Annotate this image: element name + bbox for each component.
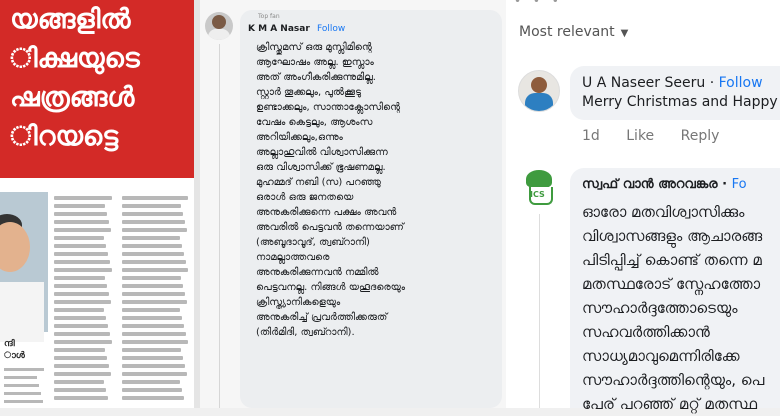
text-line-blur	[54, 276, 105, 280]
text-line-blur	[54, 268, 112, 272]
post-author-name[interactable]: K M A Nasar	[248, 24, 310, 34]
text-line-blur	[122, 268, 188, 272]
text-line-blur	[4, 368, 44, 371]
follow-link[interactable]: Fo	[732, 177, 747, 192]
avatar[interactable]	[518, 70, 560, 112]
text-line-blur	[122, 236, 180, 240]
thread-line	[539, 214, 540, 408]
text-line-blur	[54, 260, 110, 264]
text-line-blur	[122, 196, 188, 200]
post-text: ക്രിസ്തുമസ് ഒരു മുസ്ലിമിന്റെ ആഘോഷം അല്ല. …	[256, 42, 406, 338]
text-line-blur	[122, 244, 182, 248]
text-line-blur	[54, 252, 108, 256]
avatar[interactable]: ICS	[524, 170, 554, 210]
text-line-blur	[122, 292, 185, 296]
text-line-blur	[54, 300, 111, 304]
text-line-blur	[122, 372, 187, 376]
comment-actions: 1d Like Reply	[582, 128, 741, 144]
text-line-blur	[4, 376, 37, 379]
comment-author[interactable]: U A Naseer Seeru · Follow	[582, 75, 763, 91]
photo-caption: ന്ദി ാൾ	[4, 339, 25, 361]
headline-line: ഷത്രങ്ങൾ	[10, 82, 135, 113]
text-line-blur	[122, 380, 180, 384]
chevron-down-icon: ▼	[620, 28, 629, 39]
text-line-blur	[4, 384, 39, 387]
text-line-blur	[122, 204, 181, 208]
text-line-blur	[54, 316, 106, 320]
text-line-blur	[54, 196, 112, 200]
text-line-blur	[122, 220, 185, 224]
text-line-blur	[122, 356, 183, 360]
comments-panel: • • • Most relevant ▼ U A Naseer Seeru · …	[506, 0, 780, 413]
author-photo	[0, 192, 48, 342]
text-line-blur	[122, 348, 181, 352]
facebook-post: Top fan K M A Nasar Follow ക്രിസ്തുമസ് ഒ…	[200, 0, 506, 408]
text-line-blur	[122, 324, 184, 328]
text-line-blur	[122, 388, 182, 392]
headline-line: യങ്ങളിൽ	[10, 4, 131, 35]
text-line-blur	[54, 332, 110, 336]
thread-line	[219, 44, 220, 408]
headline-line: ിറയട്ടെ	[10, 121, 119, 152]
text-line-blur	[54, 324, 108, 328]
follow-link[interactable]: Follow	[719, 75, 763, 91]
top-fan-badge: Top fan	[258, 13, 280, 20]
text-line-blur	[54, 308, 104, 312]
text-line-blur	[122, 276, 181, 280]
newspaper-headline: യങ്ങളിൽ ിക്ഷയുടെ ഷത്രങ്ങൾ ിറയട്ടെ	[0, 0, 194, 178]
text-line-blur	[4, 392, 41, 395]
text-line-blur	[54, 348, 105, 352]
text-line-blur	[122, 308, 180, 312]
text-line-blur	[54, 212, 107, 216]
text-line-blur	[122, 396, 184, 400]
comment-text: ഓരോ മതവിശ്വാസിക്കും വിശ്വാസങ്ങളും ആചാരങ്ങ…	[582, 203, 765, 413]
text-line-blur	[54, 292, 109, 296]
article-column-text	[4, 368, 44, 408]
comment-time: 1d	[582, 128, 600, 144]
text-line-blur	[54, 364, 109, 368]
text-line-blur	[122, 212, 183, 216]
reply-button[interactable]: Reply	[681, 128, 720, 144]
headline-line: ിക്ഷയുടെ	[10, 43, 140, 74]
text-line-blur	[54, 236, 104, 240]
text-line-blur	[54, 372, 111, 376]
sort-dropdown[interactable]: Most relevant ▼	[519, 24, 628, 40]
text-line-blur	[122, 252, 184, 256]
comment-text: Merry Christmas and Happy	[582, 94, 778, 110]
text-line-blur	[54, 220, 109, 224]
more-dots-icon: • • •	[514, 0, 563, 8]
text-line-blur	[54, 204, 105, 208]
newspaper-clipping: യങ്ങളിൽ ിക്ഷയുടെ ഷത്രങ്ങൾ ിറയട്ടെ ന്ദി ാ…	[0, 0, 194, 408]
text-line-blur	[122, 228, 187, 232]
text-line-blur	[122, 332, 186, 336]
text-line-blur	[54, 284, 107, 288]
text-line-blur	[54, 244, 106, 248]
text-line-blur	[122, 340, 188, 344]
text-line-blur	[122, 316, 182, 320]
follow-link[interactable]: Follow	[317, 24, 345, 34]
text-line-blur	[54, 396, 108, 400]
article-column-text	[54, 196, 112, 404]
avatar[interactable]	[205, 12, 233, 40]
comment-author[interactable]: സ്വഫ് വാൻ അറവങ്കര · Fo	[582, 177, 747, 192]
text-line-blur	[54, 228, 111, 232]
text-line-blur	[54, 388, 106, 392]
article-column-text	[122, 196, 188, 404]
text-line-blur	[122, 364, 185, 368]
text-line-blur	[54, 340, 112, 344]
text-line-blur	[122, 300, 187, 304]
text-line-blur	[122, 260, 186, 264]
like-button[interactable]: Like	[626, 128, 654, 144]
text-line-blur	[54, 356, 107, 360]
text-line-blur	[122, 284, 183, 288]
text-line-blur	[4, 400, 43, 403]
text-line-blur	[54, 380, 104, 384]
